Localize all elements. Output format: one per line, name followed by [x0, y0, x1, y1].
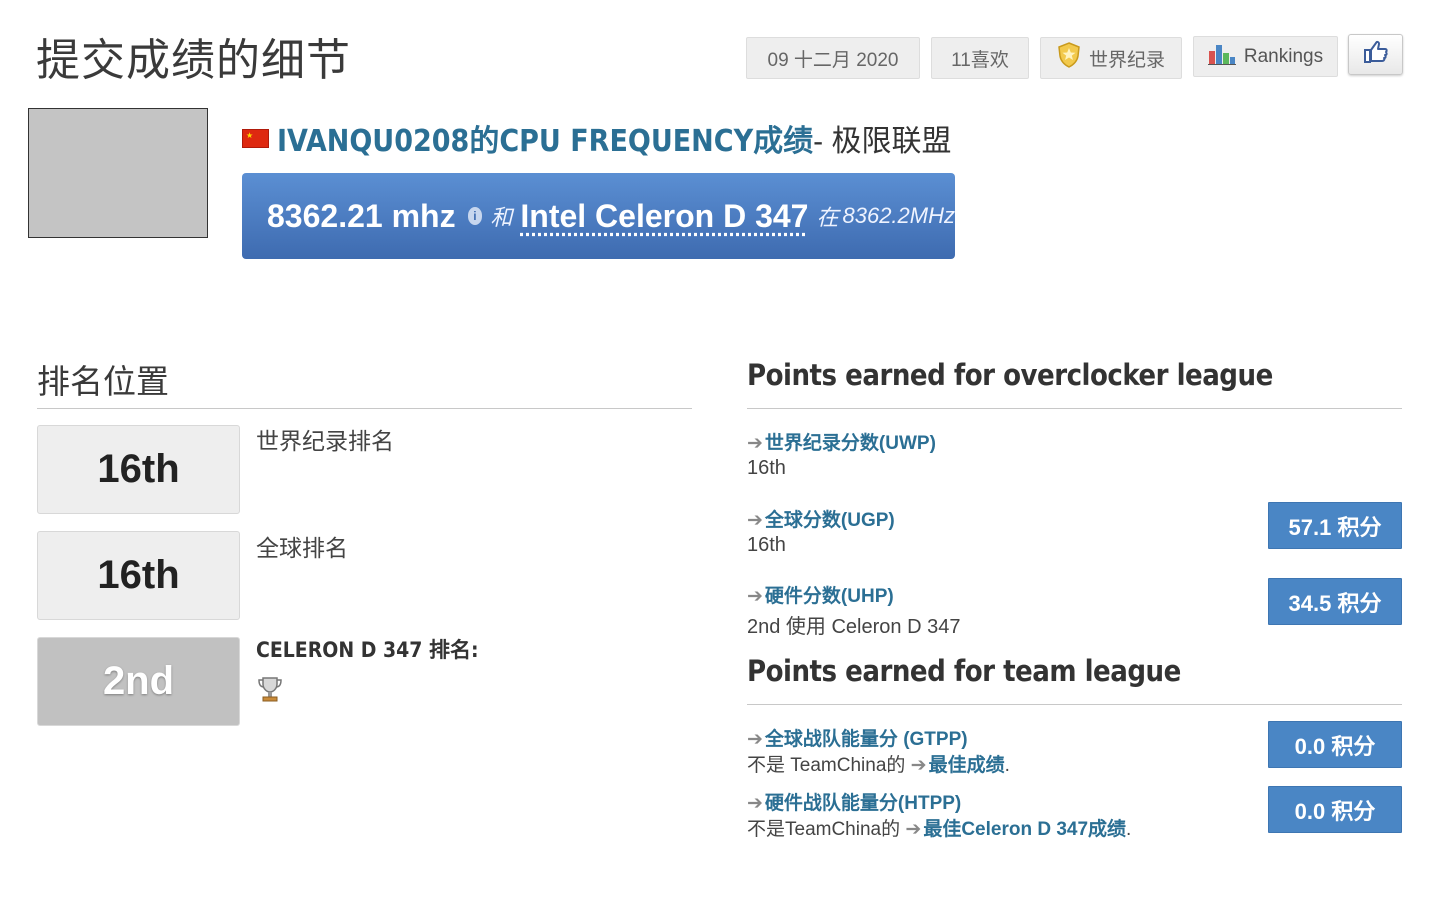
gtpp-note: 不是 TeamChina的 ➔ 最佳成绩. [747, 750, 1010, 777]
rankings-link[interactable]: Rankings [1193, 36, 1338, 77]
world-record-rank-label: 世界纪录排名 [256, 428, 394, 454]
overclocker-divider [747, 408, 1402, 409]
htpp-points-button[interactable]: 0.0 积分 [1268, 786, 1402, 833]
clock-value: 8362.2MHz [842, 203, 955, 228]
hardware-rank-label: CELERON D 347 排名: [256, 638, 479, 662]
arrow-icon: ➔ [905, 819, 922, 840]
page-title: 提交成绩的细节 [36, 36, 351, 85]
hardware-rank-box: 2nd [37, 637, 240, 726]
uhp-points-button[interactable]: 34.5 积分 [1268, 578, 1402, 625]
gtpp-name: 全球战队能量分 (GTPP) [764, 729, 968, 750]
likes-count: 11喜欢 [931, 37, 1029, 79]
world-record-label: 世界纪录 [1088, 49, 1165, 71]
info-icon[interactable]: i [467, 207, 483, 225]
global-rank-box: 16th [37, 531, 240, 620]
user-score-link[interactable]: IVANQU0208的CPU FREQUENCY成绩 [277, 116, 813, 160]
gtpp-points-button[interactable]: 0.0 积分 [1268, 721, 1402, 768]
arrow-icon: ➔ [747, 729, 763, 750]
hardware-link[interactable]: Intel Celeron D 347 [520, 198, 808, 235]
ugp-points-button[interactable]: 57.1 积分 [1268, 502, 1402, 549]
ugp-value: 16th [747, 534, 786, 556]
arrow-icon: ➔ [910, 755, 927, 776]
world-record-badge[interactable]: 世界纪录 [1040, 37, 1182, 79]
submission-title: ★ IVANQU0208的CPU FREQUENCY成绩 - 极限联盟 [242, 116, 951, 160]
period: . [1004, 755, 1010, 776]
uhp-name: 硬件分数(UHP) [764, 586, 894, 607]
bar-chart-icon [1207, 43, 1236, 71]
global-rank-label: 全球排名 [256, 535, 348, 561]
uwp-name: 世界纪录分数(UWP) [764, 433, 936, 454]
arrow-icon: ➔ [747, 433, 763, 454]
score-banner: 8362.21 mhz i 和 Intel Celeron D 347 在 83… [242, 173, 955, 259]
at-word: 在 [816, 205, 839, 230]
htpp-note: 不是TeamChina的 ➔ 最佳Celeron D 347成绩. [747, 814, 1131, 841]
ugp-name: 全球分数(UGP) [764, 510, 895, 531]
period: . [1126, 819, 1132, 840]
league-suffix: - 极限联盟 [813, 125, 952, 158]
with-word: 和 [490, 205, 513, 230]
arrow-icon: ➔ [747, 793, 763, 814]
trophy-icon [256, 675, 284, 708]
uwp-value: 16th [747, 457, 786, 479]
submission-date: 09 十二月 2020 [746, 37, 920, 79]
rankings-label: Rankings [1243, 45, 1324, 67]
gtpp-prefix: 不是 TeamChina的 [747, 755, 911, 776]
htpp-name: 硬件战队能量分(HTPP) [764, 793, 962, 814]
best-score-link[interactable]: 最佳成绩 [929, 755, 1005, 776]
hardware-image-placeholder [28, 108, 208, 238]
uhp-value: 2nd 使用 Celeron D 347 [747, 616, 961, 638]
shield-icon [1057, 42, 1081, 74]
uhp-link[interactable]: ➔ 硬件分数(UHP) [747, 581, 894, 608]
score-value: 8362.21 mhz [267, 197, 456, 234]
gtpp-link[interactable]: ➔ 全球战队能量分 (GTPP) [747, 724, 968, 751]
htpp-link[interactable]: ➔ 硬件战队能量分(HTPP) [747, 788, 961, 815]
htpp-prefix: 不是TeamChina的 [747, 819, 906, 840]
world-record-rank-box: 16th [37, 425, 240, 514]
arrow-icon: ➔ [747, 586, 763, 607]
team-divider [747, 704, 1402, 705]
ranking-heading: 排名位置 [37, 363, 169, 400]
uwp-link[interactable]: ➔ 世界纪录分数(UWP) [747, 428, 936, 455]
arrow-icon: ➔ [747, 510, 763, 531]
ugp-link[interactable]: ➔ 全球分数(UGP) [747, 505, 895, 532]
ranking-divider [37, 408, 692, 409]
overclocker-points-heading: Points earned for overclocker league [747, 358, 1273, 392]
thumbs-up-button[interactable] [1348, 34, 1403, 75]
china-flag-icon: ★ [242, 128, 269, 148]
best-hardware-score-link[interactable]: 最佳Celeron D 347成绩 [923, 819, 1126, 840]
thumbs-up-icon [1363, 40, 1389, 69]
team-points-heading: Points earned for team league [747, 654, 1181, 688]
